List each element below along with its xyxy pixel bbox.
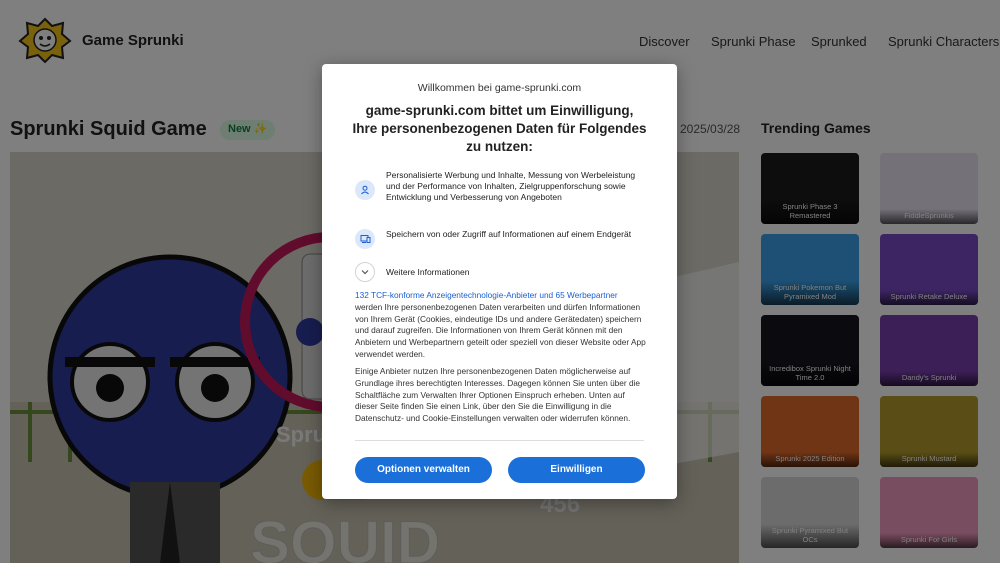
purpose-personalised-ads: Personalisierte Werbung und Inhalte, Mes… [355,170,645,218]
vendors-link[interactable]: 132 TCF-konforme Anzeigentechnologie-Anb… [355,290,618,300]
consent-dialog: Willkommen bei game-sprunki.com game-spr… [322,64,677,499]
purpose-text: Speichern von oder Zugriff auf Informati… [386,229,632,239]
more-info-toggle[interactable]: Weitere Informationen [386,267,469,277]
purpose-text: Personalisierte Werbung und Inhalte, Mes… [386,170,636,202]
vendors-paragraph: 132 TCF-konforme Anzeigentechnologie-Anb… [355,290,647,361]
purpose-device-storage: Speichern von oder Zugriff auf Informati… [355,229,645,255]
person-icon [355,180,375,200]
device-icon [355,229,375,249]
manage-options-button[interactable]: Optionen verwalten [355,457,492,483]
chevron-down-icon[interactable] [355,262,375,282]
vendors-paragraph-text: werden Ihre personenbezogenen Daten vera… [355,301,646,359]
consent-welcome: Willkommen bei game-sprunki.com [417,82,582,94]
legitimate-interest-paragraph: Einige Anbieter nutzen Ihre personenbezo… [355,366,641,424]
consent-heading: game-sprunki.com bittet um Einwilligung,… [352,103,647,154]
consent-button[interactable]: Einwilligen [508,457,645,483]
divider [355,440,644,441]
